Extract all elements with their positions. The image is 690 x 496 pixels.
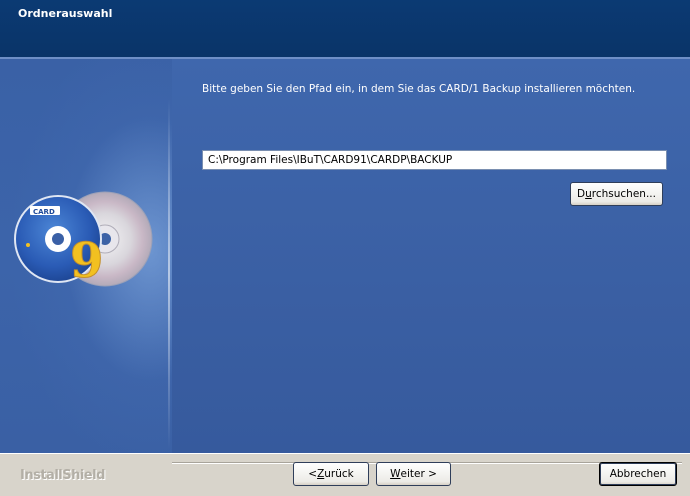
page-title: Ordnerauswahl [18,7,113,20]
back-label-post: urück [324,468,354,480]
cd-number: 9 [70,233,103,289]
browse-label-post: rchsuchen... [591,188,656,200]
main-panel: CARD 9 Bitte geben Sie den Pfad ein, in … [0,59,690,453]
browse-button[interactable]: Du rchsuchen... [570,182,663,206]
installshield-logo: InstallShield [20,468,105,483]
footer-bar: InstallShield < Zurück Weiter > Abbreche… [0,453,690,496]
back-button[interactable]: < Zurück [293,462,369,486]
cd-logo-icon: CARD 9 [14,191,153,290]
back-label-pre: < [308,468,318,480]
browse-label-mnemonic: u [585,188,592,200]
header-bar: Ordnerauswahl [0,0,690,57]
next-label-mnemonic: W [390,468,401,480]
path-input[interactable] [202,150,667,170]
panel-divider [168,99,170,449]
cd-label: CARD [33,208,55,216]
left-graphic-panel: CARD 9 [0,59,172,453]
browse-label-pre: D [577,188,586,200]
next-button[interactable]: Weiter > [376,462,451,486]
next-label-post: eiter > [400,468,437,480]
cancel-button[interactable]: Abbrechen [599,462,677,486]
back-label-mnemonic: Z [317,468,325,480]
instruction-text: Bitte geben Sie den Pfad ein, in dem Sie… [202,83,636,95]
